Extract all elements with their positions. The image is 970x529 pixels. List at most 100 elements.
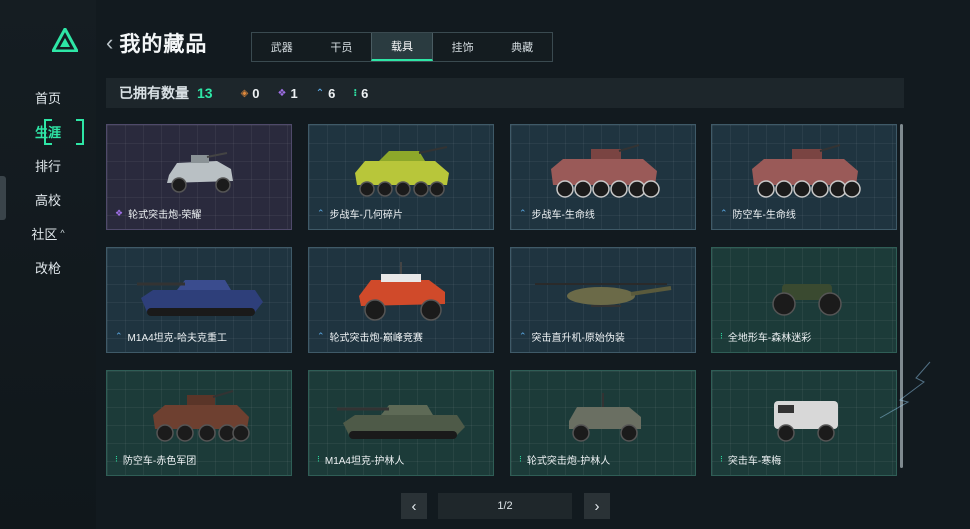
chevron-up-icon: ^ <box>60 228 65 238</box>
rarity-count-value: 6 <box>361 85 369 101</box>
vehicle-image <box>337 405 465 439</box>
rarity-count-item: ⌃ 6 <box>316 86 336 101</box>
sidebar-item-2[interactable]: 排行 <box>0 148 96 182</box>
rarity-icon: ⁝ <box>720 454 723 464</box>
sidebar-item-4[interactable]: 社区 ^ <box>0 216 96 250</box>
logo-icon <box>52 28 78 52</box>
vehicle-image <box>359 262 445 321</box>
card-name-text: 防空车-生命线 <box>732 210 796 221</box>
rarity-count-value: 1 <box>290 85 298 101</box>
card-name: ⌃ 防空车-生命线 <box>720 206 796 221</box>
rarity-count-item: ◈ 0 <box>241 86 260 101</box>
page-indicator: 1/2 <box>438 493 572 519</box>
page-header: ‹ 我的藏品 <box>106 28 207 58</box>
vehicle-image <box>167 152 233 193</box>
vehicle-image <box>137 280 263 316</box>
collection-card[interactable]: ⌃ 步战车-几何碎片 <box>308 124 494 230</box>
sidebar-item-3[interactable]: 高校 <box>0 182 96 216</box>
card-name: ⁝ M1A4坦克-护林人 <box>317 452 404 467</box>
rarity-icon: ⌃ <box>519 208 527 218</box>
vehicle-image <box>569 393 641 442</box>
collection-card[interactable]: ⁝ M1A4坦克-护林人 <box>308 370 494 476</box>
sidebar-item-label: 高校 <box>34 192 61 208</box>
card-name-text: 轮式突击炮-荣耀 <box>128 210 202 221</box>
collection-summary: 已拥有数量 13 ◈ 0 ❖ 1 ⌃ 6 ⁝ 6 <box>106 78 904 108</box>
left-sidebar: 首页生涯排行高校社区 ^ 改枪 <box>0 0 96 529</box>
collection-card[interactable]: ⌃ 轮式突击炮-巅峰竞赛 <box>308 247 494 353</box>
rarity-icon: ⁝ <box>519 454 522 464</box>
collection-card[interactable]: ⌃ 步战车-生命线 <box>510 124 696 230</box>
next-page-button[interactable]: › <box>584 493 610 519</box>
card-name: ⁝ 突击车-寒梅 <box>720 452 781 467</box>
card-name-text: M1A4坦克-哈夫克重工 <box>127 333 227 344</box>
lightning-effect <box>879 361 931 419</box>
rarity-count-value: 6 <box>328 85 336 101</box>
owned-count-value: 13 <box>197 85 213 101</box>
sidebar-nav: 首页生涯排行高校社区 ^ 改枪 <box>0 80 96 284</box>
collection-card[interactable]: ⁝ 全地形车-森林迷彩 <box>711 247 897 353</box>
card-name: ⌃ 轮式突击炮-巅峰竞赛 <box>317 329 423 344</box>
card-name: ⌃ 步战车-生命线 <box>519 206 595 221</box>
card-name: ⁝ 轮式突击炮-护林人 <box>519 452 610 467</box>
sidebar-item-0[interactable]: 首页 <box>0 80 96 114</box>
rarity-icon: ⁝ <box>115 454 118 464</box>
vehicle-image <box>752 144 861 198</box>
rarity-count-value: 0 <box>252 85 260 101</box>
purple-diamond-icon: ❖ <box>277 87 287 99</box>
card-name-text: M1A4坦克-护林人 <box>324 456 405 467</box>
rarity-count-item: ⁝ 6 <box>353 86 368 101</box>
rarity-icon: ⁝ <box>317 454 320 464</box>
sidebar-item-5[interactable]: 改枪 <box>0 250 96 284</box>
card-name-text: 全地形车-森林迷彩 <box>727 333 812 344</box>
sidebar-item-1[interactable]: 生涯 <box>0 114 96 148</box>
rarity-count-item: ❖ 1 <box>278 86 298 101</box>
orange-diamond-icon: ◈ <box>240 87 249 99</box>
rarity-icon: ⌃ <box>317 331 325 341</box>
collection-card[interactable]: ⌃ 突击直升机-原始伪装 <box>510 247 696 353</box>
collection-card[interactable]: ⌃ M1A4坦克-哈夫克重工 <box>106 247 292 353</box>
tab-0[interactable]: 武器 <box>252 33 312 61</box>
tab-2[interactable]: 载具 <box>371 33 433 61</box>
green-dots-icon: ⁝ <box>353 87 358 99</box>
back-icon[interactable]: ‹ <box>106 32 113 54</box>
sidebar-item-label: 首页 <box>34 90 61 106</box>
sidebar-item-label: 社区 <box>31 226 58 242</box>
card-name: ⁝ 全地形车-森林迷彩 <box>720 329 811 344</box>
card-name: ⌃ 步战车-几何碎片 <box>317 206 403 221</box>
rarity-icon: ⌃ <box>115 331 123 341</box>
blue-chevron-icon: ⌃ <box>315 87 325 99</box>
vehicle-image <box>355 146 449 197</box>
page-title: 我的藏品 <box>119 33 208 56</box>
tab-1[interactable]: 干员 <box>312 33 372 61</box>
card-name: ⌃ 突击直升机-原始伪装 <box>519 329 625 344</box>
card-name-text: 轮式突击炮-护林人 <box>526 456 611 467</box>
vehicle-image <box>535 283 672 307</box>
collection-card[interactable]: ❖ 轮式突击炮-荣耀 <box>106 124 292 230</box>
rarity-icon: ⌃ <box>720 208 728 218</box>
owned-count-label: 已拥有数量 <box>119 85 189 101</box>
active-nav-frame <box>44 119 84 145</box>
card-name: ⌃ M1A4坦克-哈夫克重工 <box>115 329 227 344</box>
vehicle-image <box>772 284 842 316</box>
card-name-text: 突击直升机-原始伪装 <box>531 333 625 344</box>
card-name-text: 轮式突击炮-巅峰竞赛 <box>329 333 423 344</box>
card-name-text: 突击车-寒梅 <box>727 456 782 467</box>
rarity-icon: ⌃ <box>317 208 325 218</box>
rarity-icon: ❖ <box>115 208 124 218</box>
collection-card[interactable]: ⁝ 防空车-赤色军团 <box>106 370 292 476</box>
category-tabs: 武器 干员 载具 挂饰 典藏 <box>251 32 553 62</box>
card-name-text: 步战车-生命线 <box>531 210 595 221</box>
collection-grid: ❖ 轮式突击炮-荣耀 ⌃ 步战车-几何碎片 ⌃ 步战车-生命线 ⌃ 防空车-生命线 ⌃ M1A4坦… <box>106 124 897 476</box>
card-name: ❖ 轮式突击炮-荣耀 <box>115 206 201 221</box>
vehicle-image <box>551 144 660 198</box>
collection-card[interactable]: ⁝ 轮式突击炮-护林人 <box>510 370 696 476</box>
rarity-icon: ⁝ <box>720 331 723 341</box>
prev-page-button[interactable]: ‹ <box>401 493 427 519</box>
sidebar-item-label: 改枪 <box>34 260 61 276</box>
tab-4[interactable]: 典藏 <box>492 33 552 61</box>
tab-3[interactable]: 挂饰 <box>433 33 493 61</box>
collection-card[interactable]: ⌃ 防空车-生命线 <box>711 124 897 230</box>
card-name-text: 步战车-几何碎片 <box>329 210 403 221</box>
rarity-icon: ⌃ <box>519 331 527 341</box>
sidebar-item-label: 排行 <box>34 158 61 174</box>
